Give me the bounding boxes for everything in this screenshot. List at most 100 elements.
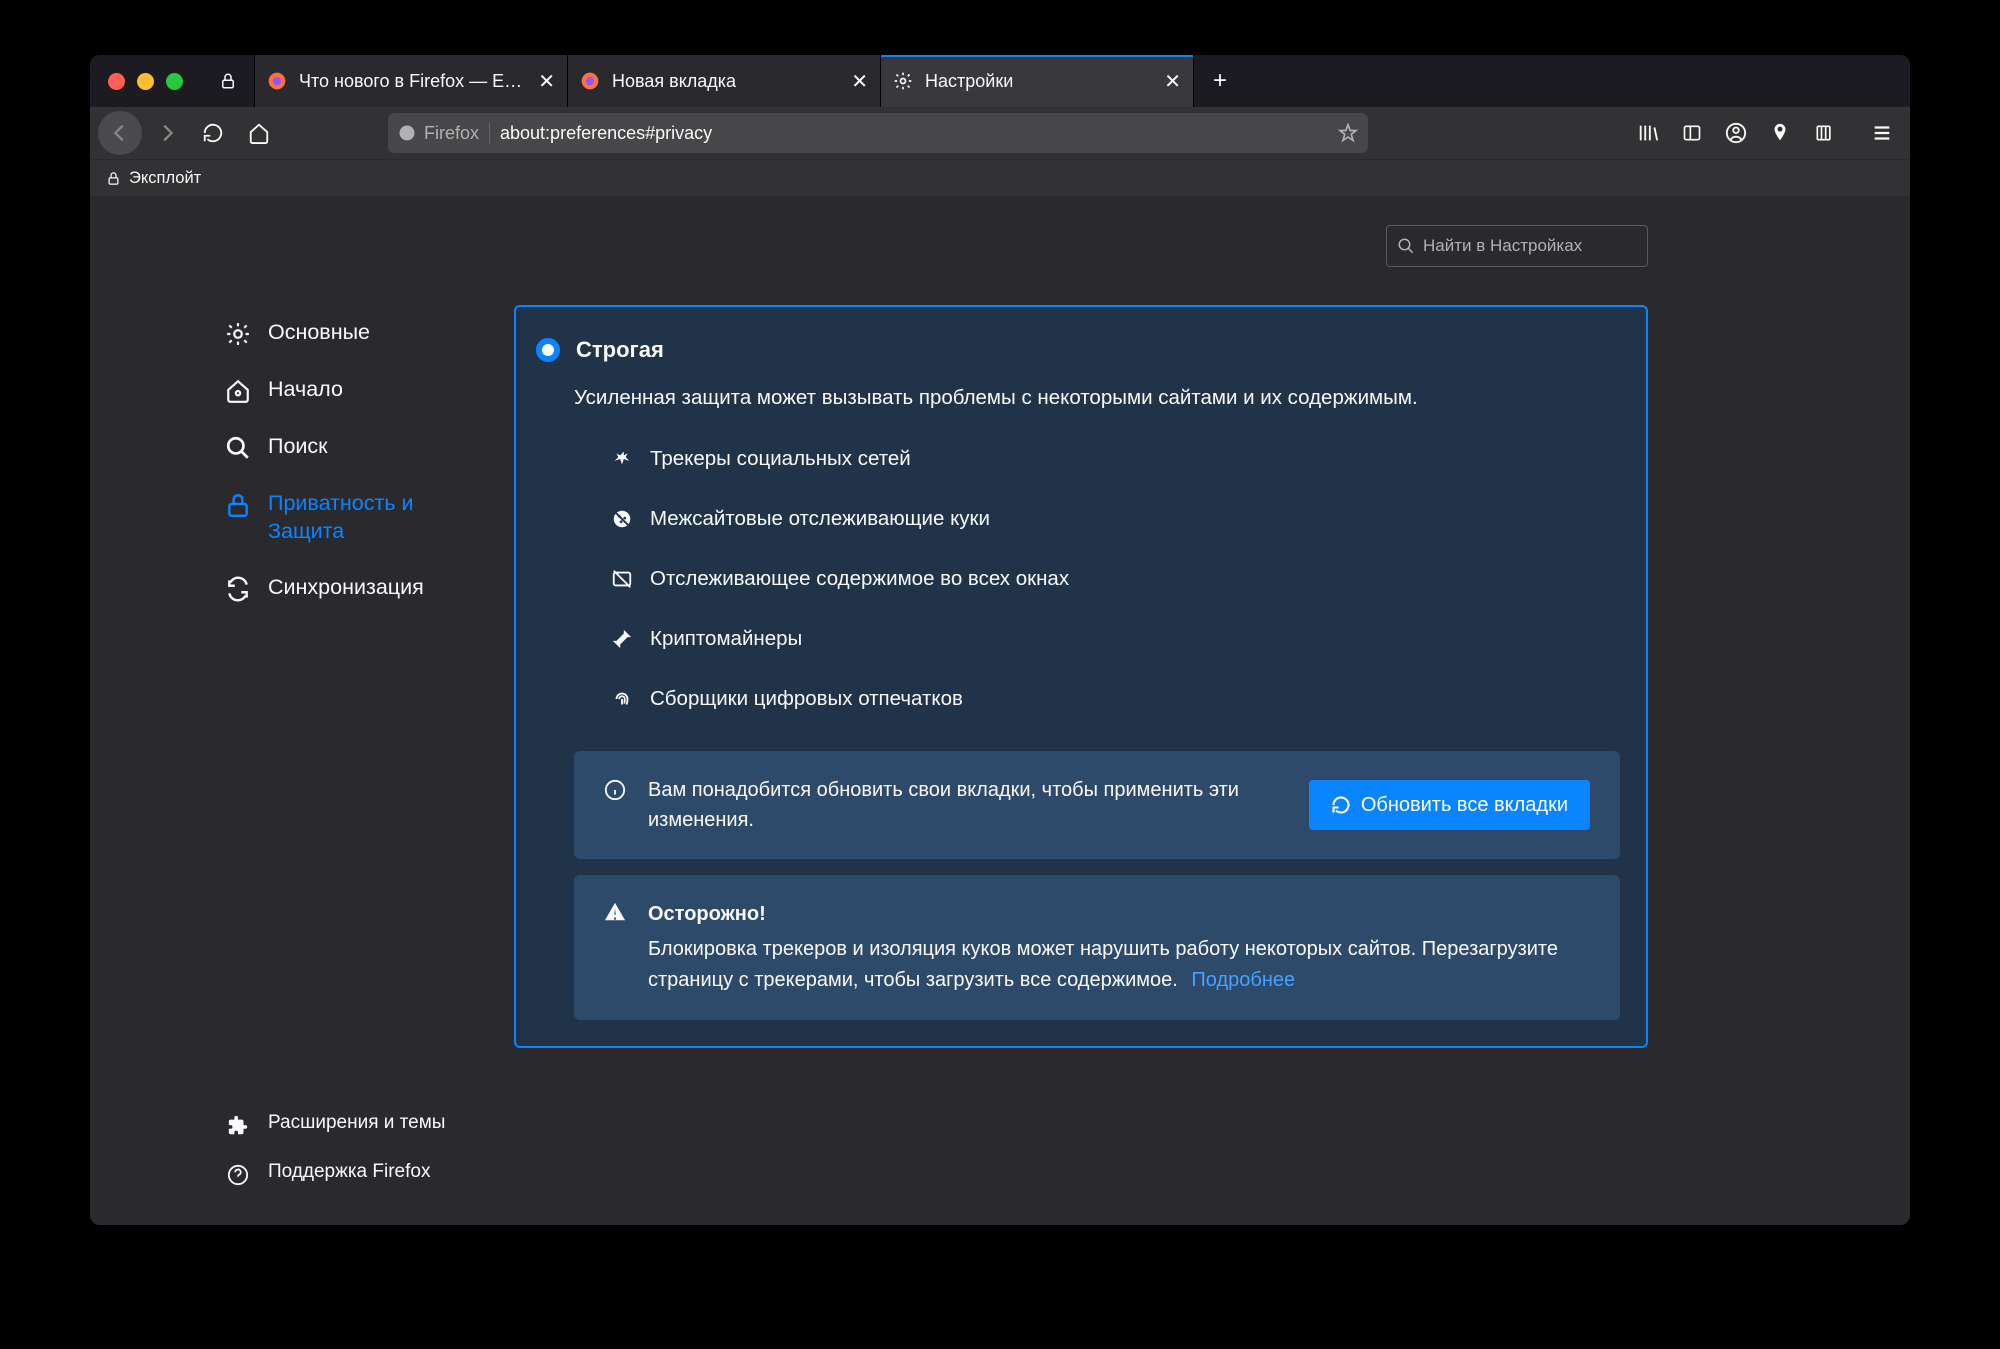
learn-more-link[interactable]: Подробнее [1191, 969, 1295, 991]
bookmark-item[interactable]: Эксплойт [129, 169, 201, 188]
sidebar-item-support[interactable]: Поддержка Firefox [224, 1150, 514, 1199]
close-tab-icon[interactable]: ✕ [1164, 69, 1181, 94]
notice-text: Вам понадобится обновить свои вкладки, ч… [648, 775, 1289, 835]
hamburger-icon [1871, 122, 1893, 144]
location-button[interactable] [1760, 113, 1800, 153]
cookie-icon [610, 507, 634, 531]
fingerprint-icon [610, 687, 634, 711]
library-icon [1637, 122, 1659, 144]
lock-icon [224, 491, 252, 519]
tab-label: Что нового в Firefox — Ещё бо [299, 71, 526, 92]
feature-label: Сборщики цифровых отпечатков [650, 687, 963, 711]
forward-button[interactable] [146, 112, 188, 154]
close-tab-icon[interactable]: ✕ [851, 69, 868, 94]
sidebar-item-home[interactable]: Начало [224, 362, 514, 419]
account-icon [1725, 122, 1747, 144]
reload-icon [1331, 795, 1351, 815]
reload-all-tabs-button[interactable]: Обновить все вкладки [1309, 780, 1590, 830]
protection-level-strict: Строгая Усиленная защита может вызывать … [514, 305, 1648, 1048]
navigation-toolbar: Firefox about:preferences#privacy [90, 107, 1910, 159]
sync-icon [224, 575, 252, 603]
warning-title: Осторожно! [648, 899, 1590, 930]
minimize-window-button[interactable] [137, 73, 154, 90]
grid-icon [1814, 123, 1834, 143]
url-text: about:preferences#privacy [500, 123, 712, 144]
social-tracker-icon [610, 447, 634, 471]
window-controls [90, 55, 201, 107]
info-icon [604, 779, 628, 801]
feature-fingerprinters: Сборщики цифровых отпечатков [610, 687, 1620, 711]
tab-whats-new[interactable]: Что нового в Firefox — Ещё бо ✕ [255, 55, 568, 107]
sidebar-label: Синхронизация [268, 574, 424, 602]
lock-icon [106, 171, 121, 186]
tab-strip: Что нового в Firefox — Ещё бо ✕ Новая вк… [90, 55, 1910, 107]
identity-box[interactable]: Firefox [398, 123, 490, 144]
bookmark-star-icon[interactable] [1338, 123, 1358, 143]
new-tab-button[interactable]: + [1194, 55, 1246, 107]
preferences-search[interactable]: Найти в Настройках [1386, 225, 1648, 267]
bookmarks-toolbar: Эксплойт [90, 159, 1910, 197]
lock-icon [219, 72, 237, 90]
sidebar-icon [1682, 123, 1702, 143]
card-description: Усиленная защита может вызывать проблемы… [534, 383, 1620, 413]
maximize-window-button[interactable] [166, 73, 183, 90]
cryptominer-icon [610, 627, 634, 651]
search-placeholder: Найти в Настройках [1423, 236, 1582, 256]
feature-cross-site-cookies: Межсайтовые отслеживающие куки [610, 507, 1620, 531]
feature-list: Трекеры социальных сетей Межсайтовые отс… [534, 447, 1620, 711]
puzzle-icon [224, 1112, 252, 1140]
gear-icon [893, 71, 913, 91]
sidebar-item-privacy[interactable]: Приватность и Защита [224, 476, 514, 560]
preferences-sidebar: Основные Начало Поиск Приватность и Защи… [90, 305, 514, 1225]
sidebar-item-search[interactable]: Поиск [224, 419, 514, 476]
preferences-main: Строгая Усиленная защита может вызывать … [514, 305, 1910, 1225]
feature-cryptominers: Криптомайнеры [610, 627, 1620, 651]
help-icon [224, 1161, 252, 1189]
firefox-logo-icon [398, 124, 416, 142]
close-window-button[interactable] [108, 73, 125, 90]
warning-icon [604, 901, 628, 996]
home-button[interactable] [238, 112, 280, 154]
library-button[interactable] [1628, 113, 1668, 153]
browser-window: Что нового в Firefox — Ещё бо ✕ Новая вк… [90, 55, 1910, 1225]
app-menu-button[interactable] [1862, 113, 1902, 153]
tab-label: Настройки [925, 71, 1152, 92]
sidebar-label: Основные [268, 319, 370, 347]
search-icon [224, 434, 252, 462]
warning-text: Блокировка трекеров и изоляция куков мож… [648, 938, 1558, 991]
pinned-tab[interactable] [201, 55, 255, 107]
tab-new-tab[interactable]: Новая вкладка ✕ [568, 55, 881, 107]
sidebar-label: Поиск [268, 433, 328, 461]
tab-label: Новая вкладка [612, 71, 839, 92]
grid-button[interactable] [1804, 113, 1844, 153]
back-button[interactable] [98, 111, 142, 155]
arrow-left-icon [109, 122, 131, 144]
identity-label: Firefox [424, 123, 479, 144]
firefox-icon [580, 71, 600, 91]
feature-label: Межсайтовые отслеживающие куки [650, 507, 990, 531]
feature-label: Отслеживающее содержимое во всех окнах [650, 567, 1069, 591]
close-tab-icon[interactable]: ✕ [538, 69, 555, 94]
reload-notice: Вам понадобится обновить свои вкладки, ч… [574, 751, 1620, 859]
url-bar[interactable]: Firefox about:preferences#privacy [388, 113, 1368, 153]
account-button[interactable] [1716, 113, 1756, 153]
preferences-page: Найти в Настройках Основные Начало Поиск [90, 197, 1910, 1225]
sidebar-item-general[interactable]: Основные [224, 305, 514, 362]
card-title: Строгая [576, 337, 664, 363]
reload-icon [202, 122, 224, 144]
sidebar-item-sync[interactable]: Синхронизация [224, 560, 514, 617]
feature-social-trackers: Трекеры социальных сетей [610, 447, 1620, 471]
sidebar-label: Начало [268, 376, 343, 404]
sidebar-button[interactable] [1672, 113, 1712, 153]
home-icon [248, 122, 270, 144]
reload-button[interactable] [192, 112, 234, 154]
pin-icon [1769, 122, 1791, 144]
sidebar-item-extensions[interactable]: Расширения и темы [224, 1101, 514, 1150]
sidebar-label: Поддержка Firefox [268, 1160, 430, 1185]
radio-strict[interactable] [536, 338, 560, 362]
sidebar-label: Расширения и темы [268, 1111, 445, 1136]
feature-label: Криптомайнеры [650, 627, 802, 651]
warning-notice: Осторожно! Блокировка трекеров и изоляци… [574, 875, 1620, 1020]
tab-settings[interactable]: Настройки ✕ [881, 55, 1194, 107]
feature-label: Трекеры социальных сетей [650, 447, 911, 471]
